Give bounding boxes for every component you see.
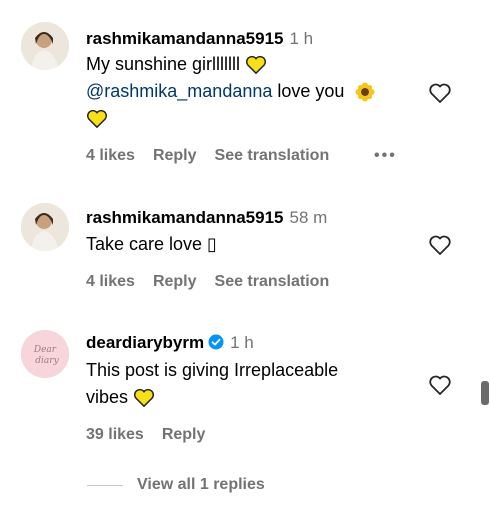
view-replies-button[interactable]: View all 1 replies — [137, 476, 265, 494]
comment-text: My sunshine girlllllll @rashmika_mandann… — [86, 51, 416, 132]
reply-button[interactable]: Reply — [153, 147, 197, 164]
verified-badge-icon — [208, 334, 224, 350]
avatar-logo: Dear diary — [21, 330, 69, 378]
svg-text:diary: diary — [35, 356, 59, 366]
comment-time: 58 m — [289, 208, 328, 227]
comment-username[interactable]: rashmikamandanna5915 1 h — [86, 29, 313, 49]
comment-actions: 4 likes Reply See translation — [86, 147, 347, 165]
likes-count[interactable]: 4 likes — [86, 147, 135, 164]
yellow-heart-emoji — [246, 56, 267, 75]
sunflower-emoji — [355, 82, 375, 102]
likes-count[interactable]: 4 likes — [86, 273, 135, 290]
likes-count[interactable]: 39 likes — [86, 426, 144, 443]
avatar-photo-icon — [21, 203, 69, 251]
mention-link[interactable]: @rashmika_mandanna — [86, 81, 272, 101]
yellow-heart-emoji — [134, 389, 155, 408]
replies-divider — [87, 485, 123, 486]
heart-outline-icon[interactable] — [428, 82, 452, 104]
avatar[interactable] — [21, 22, 69, 70]
svg-text:Dear: Dear — [33, 345, 57, 355]
comment-actions: 39 likes Reply — [86, 426, 223, 444]
comment-text: Take care love ▯ — [86, 234, 217, 254]
comment-time: 1 h — [289, 29, 314, 48]
heart-outline-icon[interactable] — [428, 374, 452, 396]
avatar-photo-icon — [21, 22, 69, 70]
avatar[interactable]: Dear diary — [21, 330, 69, 378]
comment-text: This post is giving Irreplaceable vibes — [86, 360, 339, 408]
scrollbar-thumb[interactable] — [481, 381, 489, 405]
reply-button[interactable]: Reply — [162, 426, 206, 443]
avatar[interactable] — [21, 203, 69, 251]
reply-button[interactable]: Reply — [153, 273, 197, 290]
comment-time: 1 h — [230, 333, 254, 352]
comment-username[interactable]: rashmikamandanna5915 58 m — [86, 208, 327, 228]
comment-actions: 4 likes Reply See translation — [86, 273, 347, 291]
yellow-heart-emoji — [87, 110, 107, 129]
see-translation-link[interactable]: See translation — [215, 147, 330, 164]
comment-username[interactable]: deardiarybyrm 1 h — [86, 333, 254, 353]
see-translation-link[interactable]: See translation — [215, 273, 330, 290]
heart-outline-icon[interactable] — [428, 234, 452, 256]
more-dots-icon[interactable]: ••• — [374, 147, 397, 165]
